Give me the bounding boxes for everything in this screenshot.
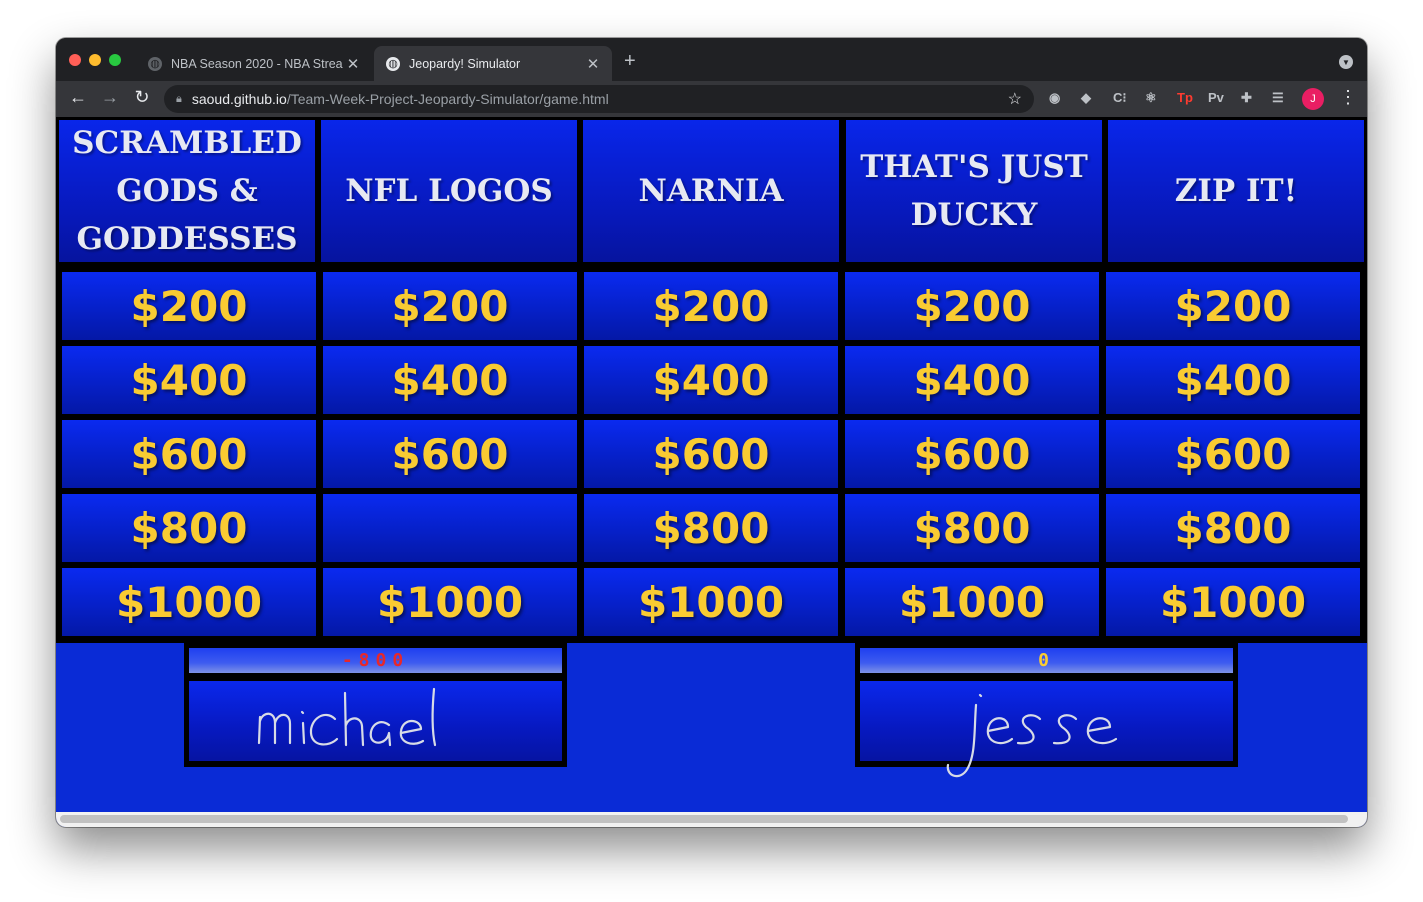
react-extension-icon[interactable]: ⚛ [1145, 90, 1157, 106]
clue-cell[interactable]: $400 [845, 346, 1099, 414]
clue-cell[interactable]: $600 [62, 420, 316, 488]
new-tab-button[interactable]: + [624, 50, 636, 73]
player-name-plate [860, 681, 1233, 778]
url-path: /Team-Week-Project-Jeopardy-Simulator/ga… [286, 91, 609, 107]
clue-cell[interactable]: $1000 [1106, 568, 1360, 636]
bookmark-star-icon[interactable]: ☆ [1008, 89, 1022, 109]
tab-jeopardy[interactable]: ◍ Jeopardy! Simulator ✕ [374, 46, 612, 81]
close-window-button[interactable] [69, 54, 81, 66]
media-controls-icon[interactable]: ☰ [1272, 90, 1284, 106]
tab-search-icon[interactable]: ▼ [1339, 55, 1353, 69]
horizontal-scrollbar[interactable] [56, 812, 1367, 827]
profile-avatar[interactable]: J [1302, 88, 1324, 110]
clue-cell[interactable]: $400 [323, 346, 577, 414]
clue-cell-empty [323, 494, 577, 562]
puzzle-extension-icon[interactable]: ◆ [1081, 90, 1091, 106]
handwritten-name-michael [257, 687, 437, 747]
more-menu-icon[interactable]: ⋮ [1339, 87, 1357, 108]
forward-arrow-icon[interactable]: → [98, 87, 122, 108]
category-header: NFL LOGOS [321, 120, 577, 262]
clue-cell[interactable]: $200 [1106, 272, 1360, 340]
game-page: SCRAMBLED GODS & GODDESSES NFL LOGOS NAR… [56, 117, 1367, 827]
maximize-window-button[interactable] [109, 54, 121, 66]
scrollbar-thumb[interactable] [60, 815, 1348, 823]
extensions-puzzle-icon[interactable]: ✚ [1241, 90, 1252, 106]
back-arrow-icon[interactable]: ← [66, 87, 90, 108]
clue-cell[interactable]: $800 [1106, 494, 1360, 562]
jeopardy-board: SCRAMBLED GODS & GODDESSES NFL LOGOS NAR… [56, 117, 1367, 643]
clue-cell[interactable]: $600 [584, 420, 838, 488]
clue-cell[interactable]: $800 [845, 494, 1099, 562]
pv-extension-icon[interactable]: Pv [1208, 90, 1224, 105]
clue-cell[interactable]: $800 [584, 494, 838, 562]
shield-extension-icon[interactable]: ◉ [1049, 90, 1060, 106]
url-host: saoud.github.io [191, 91, 287, 107]
clue-cell[interactable]: $1000 [62, 568, 316, 636]
player-score: -800 [189, 648, 562, 673]
clue-cell[interactable]: $1000 [845, 568, 1099, 636]
tab-title: NBA Season 2020 - NBA Strea [171, 56, 343, 71]
clue-cell[interactable]: $200 [323, 272, 577, 340]
clue-cell[interactable]: $400 [584, 346, 838, 414]
clue-cell[interactable]: $200 [584, 272, 838, 340]
handwritten-name-jesse [946, 693, 1118, 778]
category-header: ZIP IT! [1108, 120, 1364, 262]
category-header: NARNIA [583, 120, 839, 262]
clue-cell[interactable]: $800 [62, 494, 316, 562]
lock-icon: 🔒︎ [176, 92, 182, 105]
player-podium-michael: -800 [184, 643, 567, 767]
score-value: -800 [341, 650, 410, 671]
clue-cell[interactable]: $200 [845, 272, 1099, 340]
clue-cell[interactable]: $1000 [584, 568, 838, 636]
tab-nba-season[interactable]: ◍ NBA Season 2020 - NBA Strea ✕ [136, 46, 372, 81]
clue-cell[interactable]: $200 [62, 272, 316, 340]
clue-cell[interactable]: $400 [1106, 346, 1360, 414]
player-podium-jesse: 0 [855, 643, 1238, 778]
browser-toolbar: ← → ↻ 🔒︎ saoud.github.io/Team-Week-Proje… [56, 81, 1367, 117]
score-value: 0 [1038, 650, 1055, 671]
clue-cell[interactable]: $600 [1106, 420, 1360, 488]
clue-cell[interactable]: $400 [62, 346, 316, 414]
code-extension-icon[interactable]: C⁝ [1113, 90, 1127, 106]
category-header: SCRAMBLED GODS & GODDESSES [59, 120, 315, 262]
tab-title: Jeopardy! Simulator [409, 56, 521, 71]
tab-close-icon[interactable]: ✕ [584, 55, 602, 73]
tab-close-icon[interactable]: ✕ [344, 55, 362, 73]
reload-icon[interactable]: ↻ [130, 87, 154, 108]
clue-cell[interactable]: $1000 [323, 568, 577, 636]
globe-icon: ◍ [148, 56, 162, 71]
browser-window: ◍ NBA Season 2020 - NBA Strea ✕ ◍ Jeopar… [56, 38, 1367, 827]
globe-icon: ◍ [386, 56, 400, 71]
minimize-window-button[interactable] [89, 54, 101, 66]
address-bar[interactable]: 🔒︎ saoud.github.io/Team-Week-Project-Jeo… [164, 85, 1034, 113]
clue-cell[interactable]: $600 [323, 420, 577, 488]
player-name-plate [189, 681, 562, 761]
tp-extension-icon[interactable]: Tp [1177, 90, 1193, 105]
category-header: THAT'S JUST DUCKY [846, 120, 1102, 262]
clue-cell[interactable]: $600 [845, 420, 1099, 488]
tab-strip: ◍ NBA Season 2020 - NBA Strea ✕ ◍ Jeopar… [56, 38, 1367, 81]
player-score: 0 [860, 648, 1233, 673]
